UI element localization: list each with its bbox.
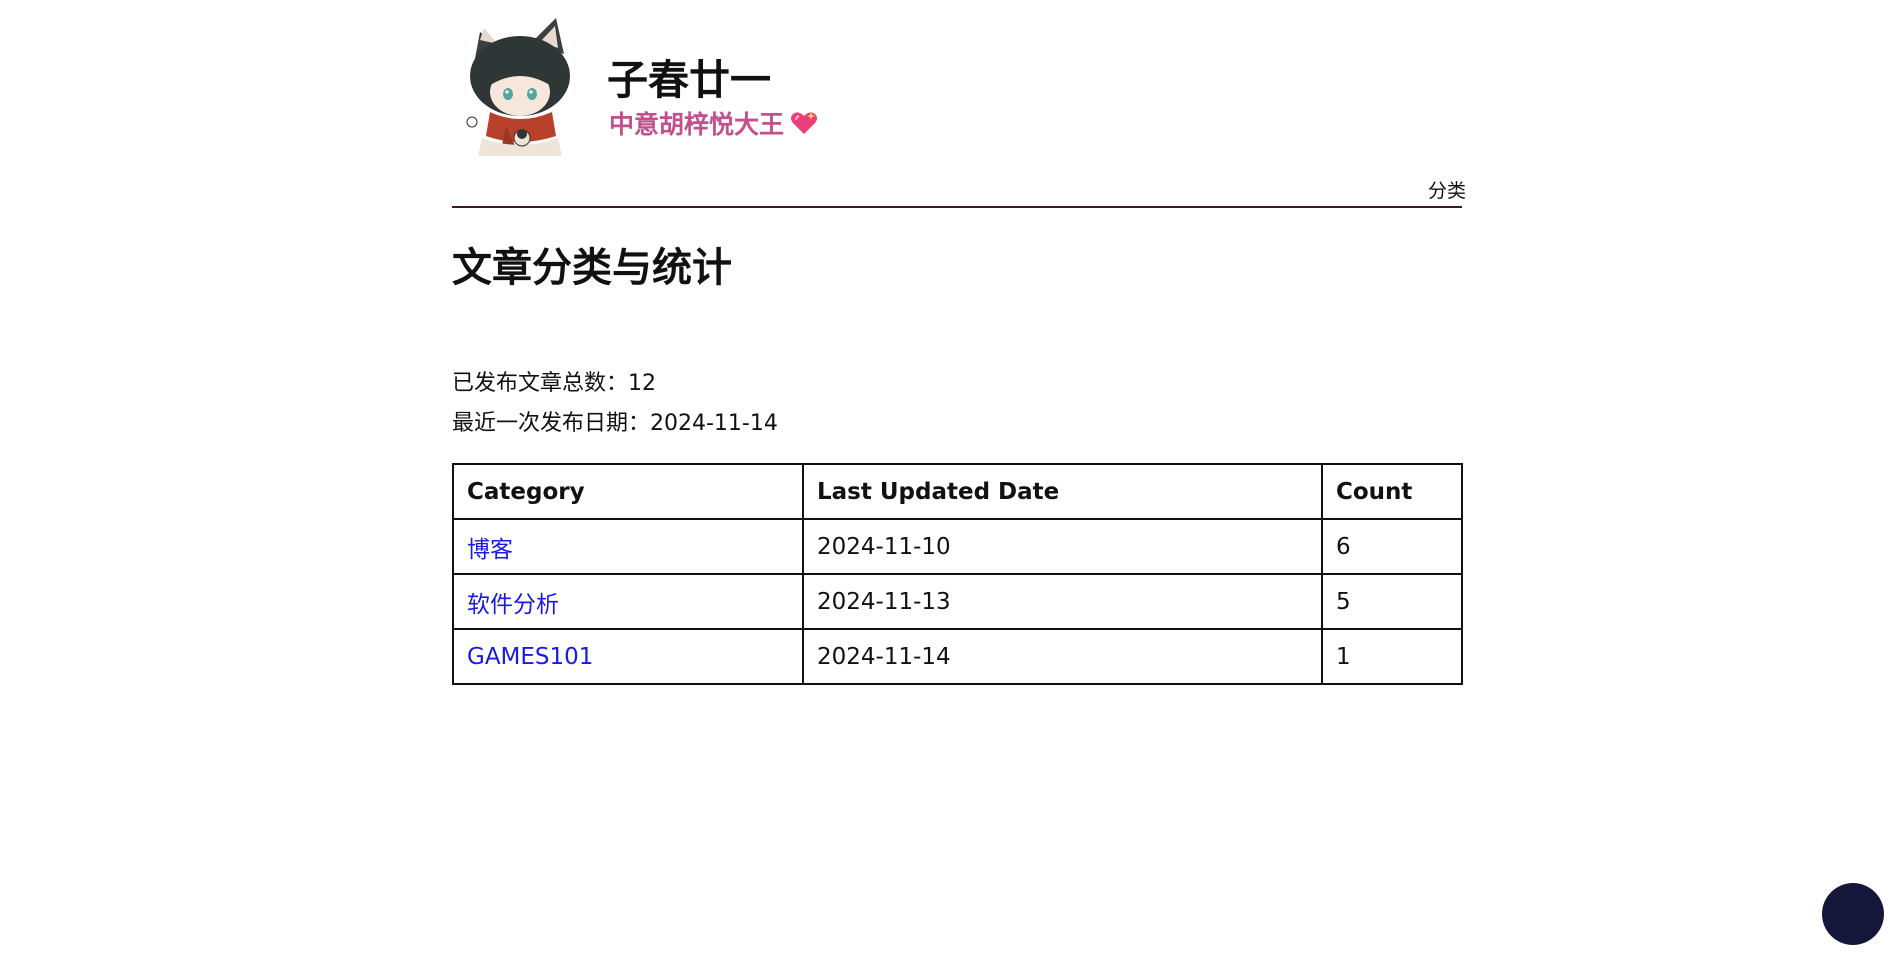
header-category: Category bbox=[452, 463, 804, 520]
category-table: Category Last Updated Date Count 博客 2024… bbox=[452, 463, 1463, 685]
category-cell: GAMES101 bbox=[452, 628, 804, 685]
table-header-row: Category Last Updated Date Count bbox=[452, 463, 1463, 520]
last-published-text: 最近一次发布日期：2024-11-14 bbox=[452, 411, 778, 436]
header-divider bbox=[452, 206, 1462, 208]
category-link[interactable]: 软件分析 bbox=[467, 592, 559, 618]
nav-categories-link[interactable]: 分类 bbox=[1428, 176, 1466, 203]
page-title: 文章分类与统计 bbox=[452, 245, 732, 291]
date-cell: 2024-11-14 bbox=[802, 628, 1323, 685]
count-cell: 5 bbox=[1321, 573, 1463, 630]
category-cell: 软件分析 bbox=[452, 573, 804, 630]
avatar[interactable] bbox=[460, 14, 578, 156]
site-title[interactable]: 子春廿一 bbox=[607, 57, 771, 103]
site-header: 子春廿一 中意胡梓悦大王 分类 bbox=[452, 0, 1466, 208]
table-row: GAMES101 2024-11-14 1 bbox=[452, 628, 1463, 685]
date-cell: 2024-11-13 bbox=[802, 573, 1323, 630]
count-cell: 1 bbox=[1321, 628, 1463, 685]
table-row: 博客 2024-11-10 6 bbox=[452, 518, 1463, 575]
site-subtitle-text: 中意胡梓悦大王 bbox=[609, 110, 785, 139]
category-link[interactable]: 博客 bbox=[467, 537, 513, 563]
date-cell: 2024-11-10 bbox=[802, 518, 1323, 575]
header-count: Count bbox=[1321, 463, 1463, 520]
stats-block: 已发布文章总数：12 最近一次发布日期：2024-11-14 bbox=[452, 364, 778, 444]
sparkling-heart-icon bbox=[791, 112, 818, 134]
category-cell: 博客 bbox=[452, 518, 804, 575]
page: 子春廿一 中意胡梓悦大王 分类 文章分类与统计 已发布文章总数：12 最近一次发… bbox=[0, 0, 1895, 969]
header-last-updated: Last Updated Date bbox=[802, 463, 1323, 520]
total-posts-text: 已发布文章总数：12 bbox=[452, 371, 656, 396]
table-row: 软件分析 2024-11-13 5 bbox=[452, 573, 1463, 630]
site-subtitle: 中意胡梓悦大王 bbox=[609, 110, 818, 139]
floating-action-button[interactable] bbox=[1822, 883, 1884, 945]
content-container: 子春廿一 中意胡梓悦大王 分类 文章分类与统计 已发布文章总数：12 最近一次发… bbox=[452, 0, 1466, 685]
category-link[interactable]: GAMES101 bbox=[467, 644, 593, 670]
count-cell: 6 bbox=[1321, 518, 1463, 575]
